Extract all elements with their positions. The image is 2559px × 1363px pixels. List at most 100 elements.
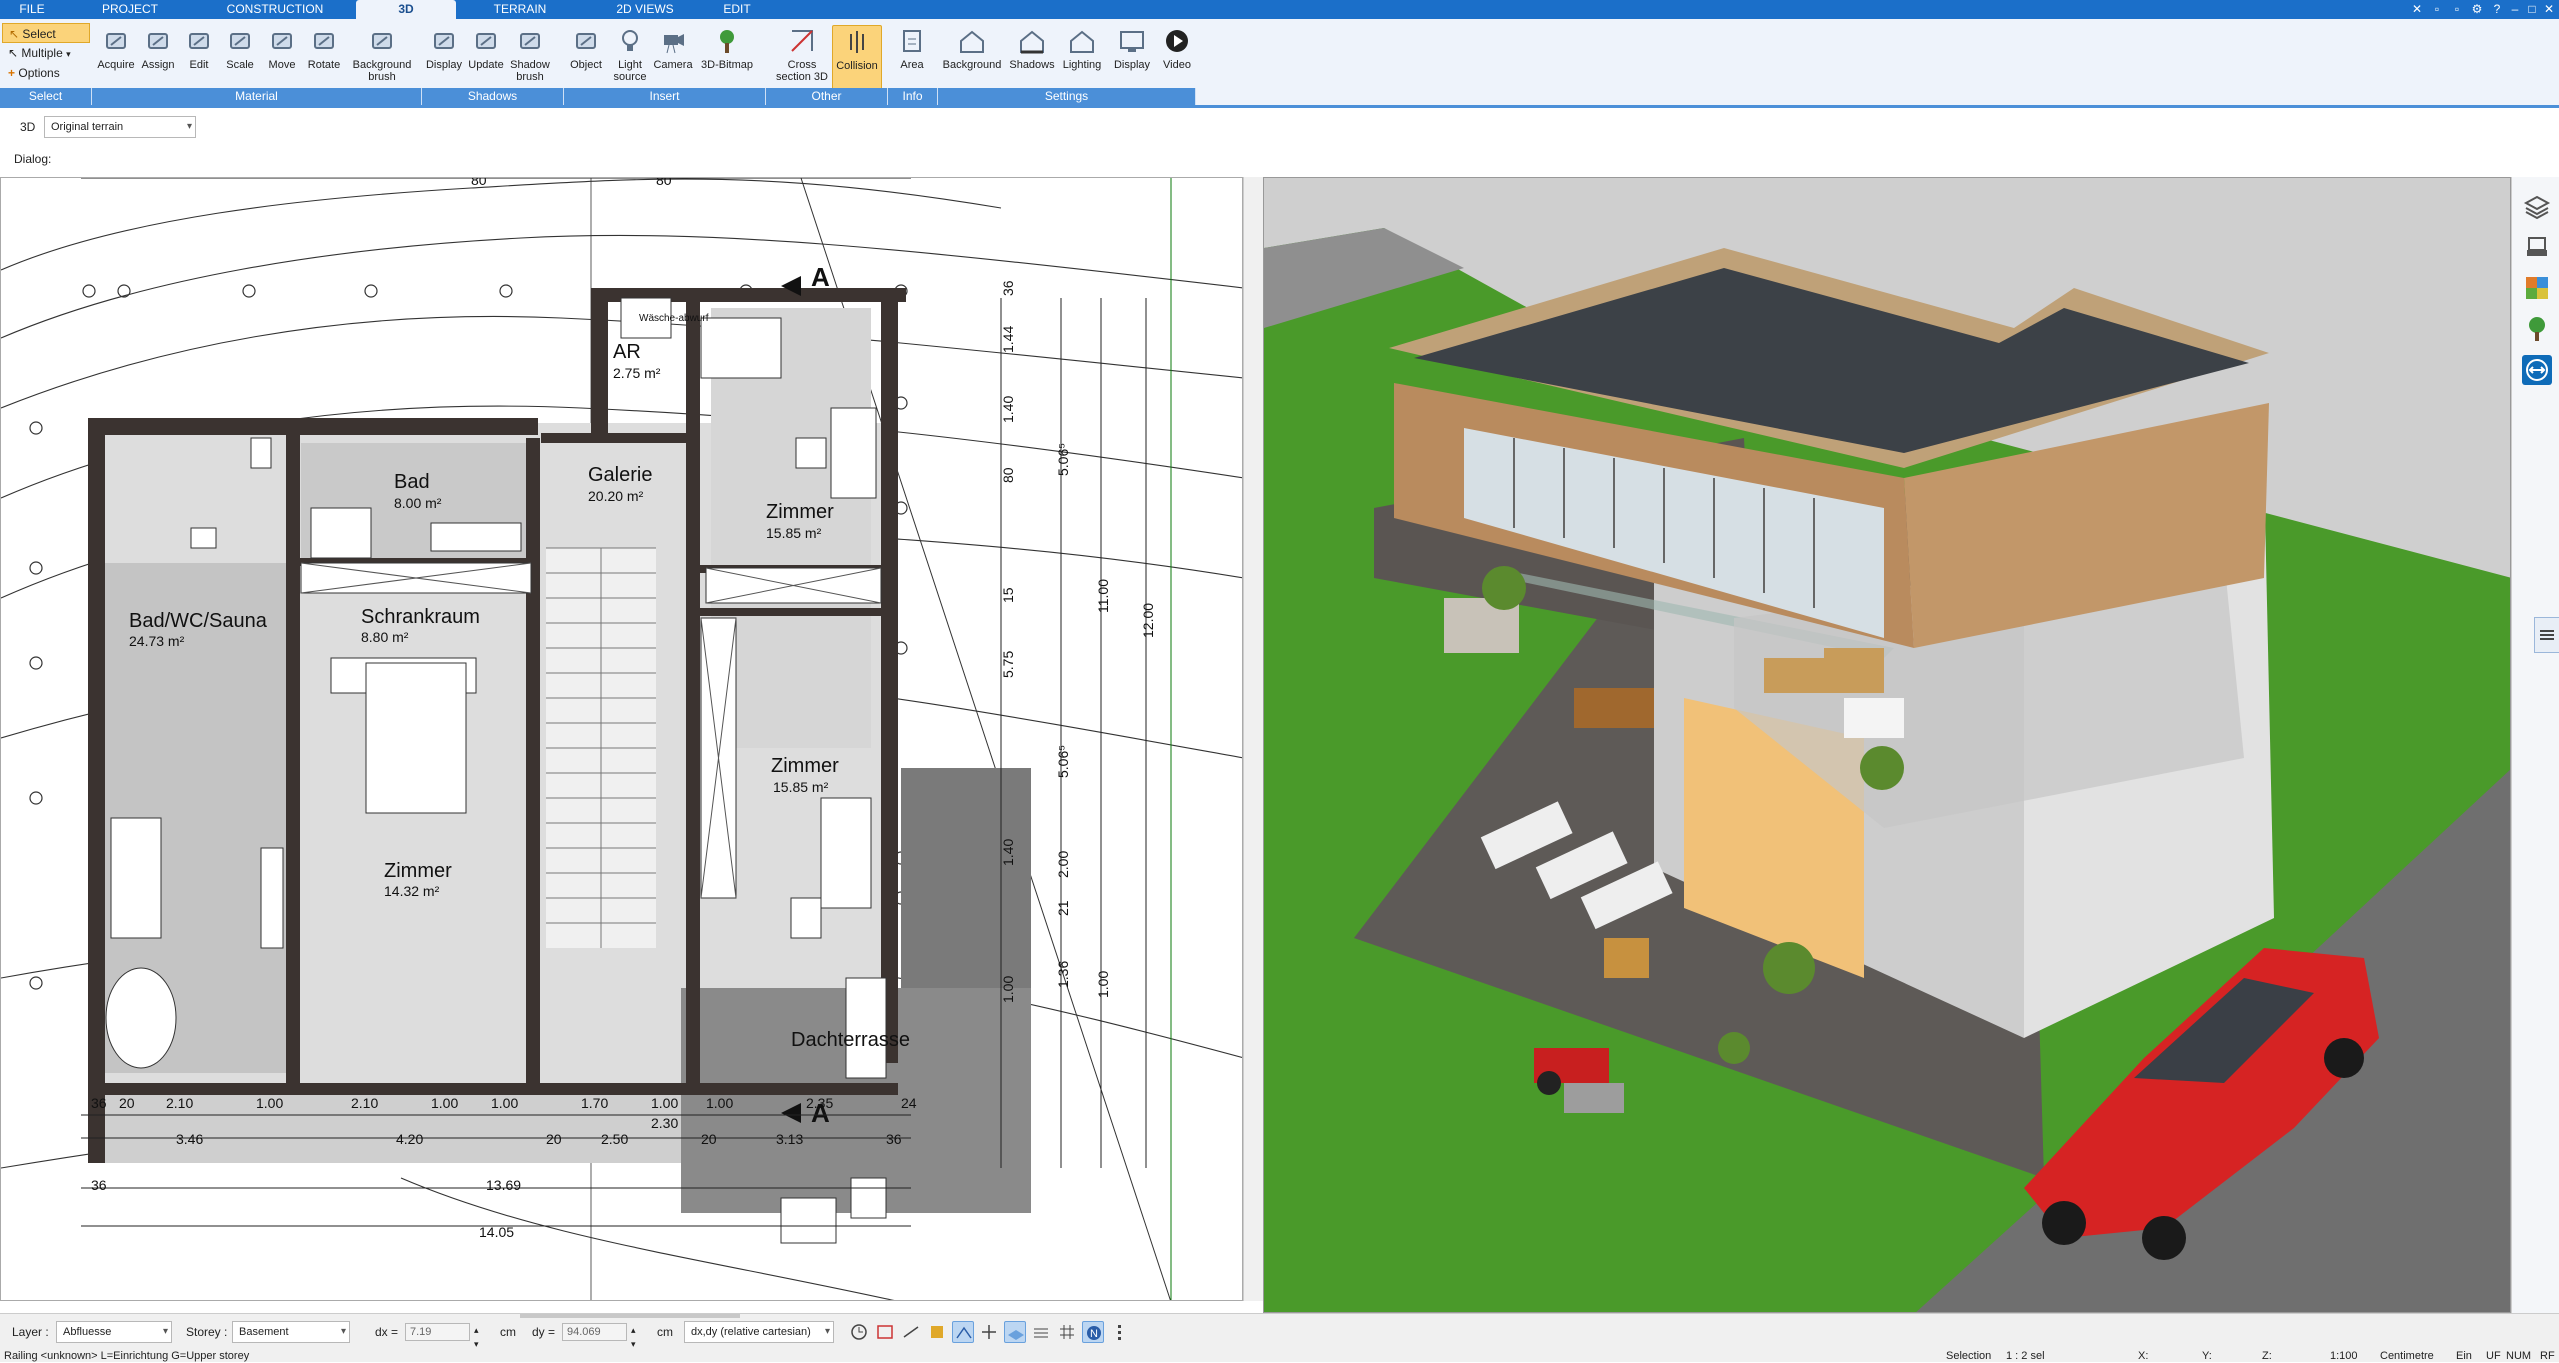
dimension-label: 21 bbox=[1055, 900, 1071, 916]
horizontal-scrollbar[interactable] bbox=[520, 1314, 740, 1318]
ribbon-button-label: Shadow brush bbox=[510, 59, 550, 83]
config-icon[interactable]: ⚙ bbox=[2470, 2, 2484, 16]
floor-plan-view[interactable]: AR 2.75 m² Bad 8.00 m² Galerie 20.20 m² … bbox=[0, 177, 1243, 1301]
dimension-label: 12.00 bbox=[1140, 603, 1156, 638]
coord-mode-select[interactable]: dx,dy (relative cartesian) ▾ bbox=[684, 1321, 834, 1343]
dx-field[interactable]: 7.19 bbox=[405, 1323, 470, 1341]
dy-unit: cm bbox=[657, 1325, 673, 1339]
grid-icon[interactable] bbox=[1056, 1321, 1078, 1343]
more-options-icon[interactable] bbox=[1108, 1321, 1130, 1343]
storey-value: Basement bbox=[239, 1326, 289, 1338]
dimension-label: 2.10 bbox=[166, 1095, 193, 1111]
select-button[interactable]: ↖ Select bbox=[2, 23, 90, 43]
close-icon[interactable]: ✕ bbox=[2542, 2, 2556, 16]
ein-indicator: Ein bbox=[2456, 1350, 2472, 1362]
dimension-label: 1.70 bbox=[581, 1095, 608, 1111]
viewport-3d[interactable] bbox=[1263, 177, 2511, 1313]
move-icon bbox=[262, 27, 302, 55]
snap-color-icon[interactable] bbox=[926, 1321, 948, 1343]
chevron-down-icon: ▾ bbox=[66, 49, 71, 59]
tab-3d[interactable]: 3D bbox=[356, 0, 456, 19]
room-name-zimmer-2: Zimmer bbox=[771, 755, 839, 777]
tab-2d-views[interactable]: 2D VIEWS bbox=[600, 0, 690, 19]
terrain-select[interactable]: Original terrain ▾ bbox=[44, 116, 196, 138]
tab-project[interactable]: PROJECT bbox=[90, 0, 170, 19]
dy-field[interactable]: 94.069 bbox=[562, 1323, 627, 1341]
help-icon[interactable]: ? bbox=[2490, 2, 2504, 16]
view-splitter[interactable] bbox=[1243, 177, 1263, 1301]
update-icon bbox=[466, 27, 506, 55]
dimension-label: 36 bbox=[886, 1131, 902, 1147]
assign-icon bbox=[138, 27, 178, 55]
ribbon-button-label: Display bbox=[1113, 59, 1151, 71]
dimension-label: 2.00 bbox=[1055, 851, 1071, 878]
dimension-label: 2.35 bbox=[806, 1095, 833, 1111]
snap-angle-icon[interactable] bbox=[952, 1321, 974, 1343]
collision-icon bbox=[833, 28, 881, 56]
ribbon-button-label: Acquire bbox=[97, 59, 135, 71]
tab-terrain[interactable]: TERRAIN bbox=[470, 0, 570, 19]
select-label: Select bbox=[22, 27, 56, 41]
room-area-zimmer-2: 15.85 m² bbox=[773, 779, 829, 795]
materials-icon[interactable] bbox=[2522, 273, 2552, 303]
room-name-bad: Bad bbox=[394, 471, 430, 493]
group-material: Material bbox=[92, 88, 422, 105]
pin-icon[interactable]: ✕ bbox=[2410, 2, 2424, 16]
layer-select[interactable]: Abfluesse ▾ bbox=[56, 1321, 172, 1343]
dx-spin-icon[interactable]: ▴ ▾ bbox=[474, 1323, 479, 1351]
storey-select[interactable]: Basement ▾ bbox=[232, 1321, 350, 1343]
snap-n-icon[interactable]: N bbox=[1082, 1321, 1104, 1343]
furniture-icon[interactable] bbox=[2522, 232, 2552, 262]
laundry-chute-note: Wäsche-abwurf bbox=[639, 313, 709, 324]
lighting-icon bbox=[1058, 27, 1106, 55]
teamviewer-icon[interactable] bbox=[2522, 355, 2552, 385]
group-settings: Settings bbox=[938, 88, 1196, 105]
render-3d[interactable] bbox=[1264, 178, 2511, 1313]
floor-plan-canvas[interactable]: AR 2.75 m² Bad 8.00 m² Galerie 20.20 m² … bbox=[1, 178, 1243, 1301]
minimize-icon[interactable]: – bbox=[2508, 2, 2522, 16]
video-icon bbox=[1160, 27, 1194, 55]
tab-file[interactable]: FILE bbox=[4, 0, 60, 19]
ribbon-button-label: Light source bbox=[613, 59, 647, 83]
options-button[interactable]: + Options bbox=[2, 63, 90, 83]
ribbon: ↖ Select ↖ Multiple ▾ + Options Acquire A… bbox=[0, 19, 2559, 108]
dimension-label: 1.44 bbox=[1000, 326, 1016, 353]
restore-icon[interactable]: ▫ bbox=[2430, 2, 2444, 16]
dy-spin-icon[interactable]: ▴ ▾ bbox=[631, 1323, 636, 1351]
dimension-label: 1.40 bbox=[1000, 839, 1016, 866]
snap-point-icon[interactable] bbox=[874, 1321, 896, 1343]
dimension-label: 3.46 bbox=[176, 1131, 203, 1147]
snap-plane-icon[interactable] bbox=[1004, 1321, 1026, 1343]
clock-icon[interactable] bbox=[848, 1321, 870, 1343]
hint-line: Railing <unknown> L=Einrichtung G=Upper … bbox=[0, 1349, 2559, 1362]
room-name-ar: AR bbox=[613, 341, 641, 363]
plants-icon[interactable] bbox=[2522, 314, 2552, 344]
display-shadows-icon bbox=[424, 27, 464, 55]
layers-icon[interactable] bbox=[2522, 191, 2552, 221]
dimension-label: 1.36 bbox=[1055, 961, 1071, 988]
dimension-label: 20 bbox=[701, 1131, 717, 1147]
ribbon-button-label: Cross section 3D bbox=[776, 59, 828, 83]
sidebar-handle[interactable] bbox=[2534, 617, 2559, 653]
layout-icon[interactable]: ▫ bbox=[2450, 2, 2464, 16]
shadows-icon bbox=[1008, 27, 1056, 55]
right-sidebar bbox=[2511, 177, 2559, 1313]
ribbon-button-label: Area bbox=[900, 59, 924, 71]
tab-construction[interactable]: CONSTRUCTION bbox=[210, 0, 340, 19]
layer-value: Abfluesse bbox=[63, 1326, 112, 1338]
snap-hatch-icon[interactable] bbox=[1030, 1321, 1052, 1343]
dimension-label: 11.00 bbox=[1095, 579, 1111, 613]
multiple-dropdown[interactable]: ↖ Multiple ▾ bbox=[2, 43, 90, 63]
cross-section-icon bbox=[776, 27, 828, 55]
dimension-label: 3.13 bbox=[776, 1131, 803, 1147]
dx-label: dx = bbox=[375, 1325, 399, 1339]
unit-value: Centimetre bbox=[2380, 1350, 2434, 1362]
room-area-ar: 2.75 m² bbox=[613, 365, 661, 381]
snap-line-icon[interactable] bbox=[900, 1321, 922, 1343]
maximize-icon[interactable]: □ bbox=[2525, 2, 2539, 16]
dimension-label: 5.75 bbox=[1000, 651, 1016, 678]
snap-intersect-icon[interactable] bbox=[978, 1321, 1000, 1343]
ribbon-button-label: Shadows bbox=[1009, 59, 1055, 71]
dimension-label: 1.00 bbox=[706, 1095, 733, 1111]
tab-edit[interactable]: EDIT bbox=[712, 0, 762, 19]
